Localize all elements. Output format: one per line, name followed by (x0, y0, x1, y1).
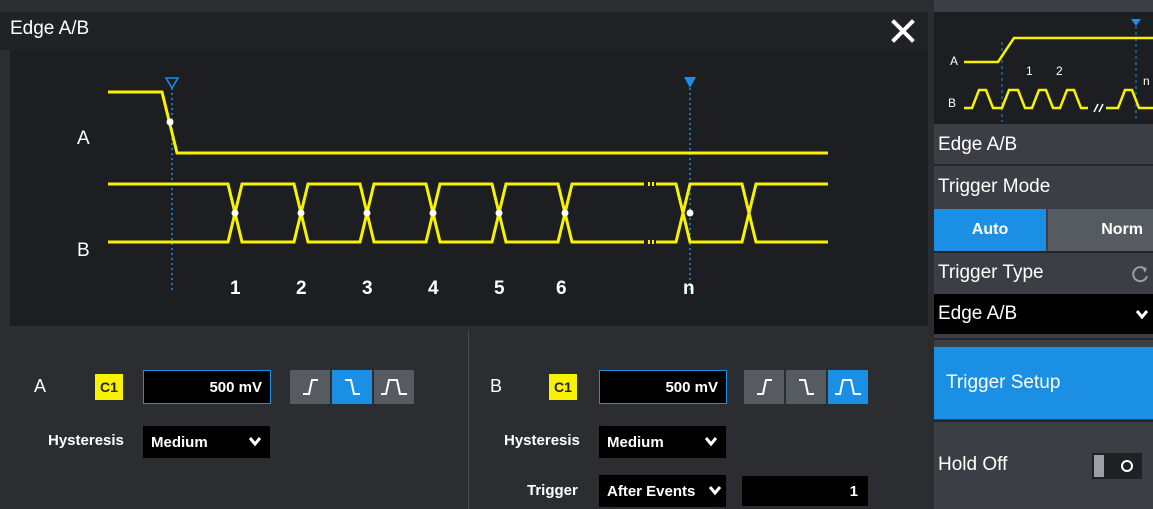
source-settings: A C1 500 mV Hysteresis Medium B C1 500 m… (0, 330, 928, 509)
thumb-label-a: A (950, 54, 959, 68)
rising-edge-icon (757, 379, 772, 395)
thumb-num-2: 2 (1056, 64, 1063, 78)
holdoff-label: Hold Off (938, 454, 1008, 475)
chevron-down-icon (704, 437, 718, 447)
signal-b-label: B (77, 240, 90, 261)
thumb-num-1: 1 (1026, 64, 1033, 78)
event-number-4: 4 (428, 278, 439, 299)
event-number-2: 2 (296, 278, 307, 299)
event-number-1: 1 (230, 278, 241, 299)
source-b-either-button[interactable] (828, 370, 868, 404)
source-b-level-input[interactable]: 500 mV (599, 370, 727, 404)
separator (934, 251, 1153, 253)
source-b-events-input[interactable]: 1 (742, 476, 868, 506)
trigger-point-a (166, 118, 174, 126)
mode-norm-button[interactable]: Norm (1048, 209, 1153, 251)
trigger-side-panel: A B 1 2 n Edge A/B Trigger Mode Auto Nor… (934, 0, 1153, 509)
either-edge-icon (835, 379, 861, 395)
source-a-either-button[interactable] (374, 370, 414, 404)
holdoff-row: Hold Off (934, 422, 1153, 504)
source-b-slope-group (744, 370, 870, 404)
source-b-label: B (490, 376, 503, 396)
chevron-down-icon (708, 486, 722, 496)
source-b-falling-button[interactable] (786, 370, 826, 404)
event-number-3: 3 (362, 278, 373, 299)
signal-a-label: A (77, 128, 90, 149)
source-a-hysteresis-label: Hysteresis (48, 432, 124, 449)
toggle-knob (1094, 455, 1104, 477)
separator (934, 164, 1153, 166)
waveform-diagram: A B 1 2 3 4 5 6 n (10, 50, 928, 326)
source-a-falling-button[interactable] (332, 370, 372, 404)
event-number-n: n (683, 278, 695, 299)
falling-edge-icon (799, 379, 814, 395)
event-number-6: 6 (556, 278, 567, 299)
signal-b-bus (108, 182, 828, 244)
holdoff-toggle[interactable] (1092, 453, 1142, 479)
toggle-off-icon (1121, 460, 1133, 472)
source-b-trigger-select[interactable]: After Events (599, 475, 726, 507)
thumb-label-b: B (948, 96, 957, 110)
dialog-header: Edge A/B (0, 12, 928, 50)
source-b-rising-button[interactable] (744, 370, 784, 404)
source-b-hysteresis-value: Medium (607, 433, 664, 451)
source-b-hysteresis-label: Hysteresis (504, 432, 580, 449)
event-number-5: 5 (494, 278, 505, 299)
reset-icon[interactable] (1130, 264, 1150, 284)
panel-title: Edge A/B (938, 134, 1018, 155)
mode-auto-button[interactable]: Auto (934, 209, 1046, 251)
source-a-rising-button[interactable] (290, 370, 330, 404)
chevron-down-icon (248, 437, 262, 447)
trigger-type-value: Edge A/B (938, 303, 1018, 324)
falling-edge-icon (345, 379, 360, 395)
source-a-channel[interactable]: C1 (95, 374, 123, 400)
trigger-setup-button[interactable]: Trigger Setup (934, 347, 1153, 419)
source-a-label: A (34, 376, 47, 396)
close-button[interactable] (880, 12, 926, 50)
crossing-points (231, 209, 694, 217)
signal-a-line (108, 90, 828, 155)
edge-ab-thumbnail[interactable]: A B 1 2 n (934, 12, 1153, 124)
rising-edge-icon (303, 379, 318, 395)
separator (934, 338, 1153, 340)
trigger-mode-label: Trigger Mode (938, 176, 1051, 197)
source-b-hysteresis-select[interactable]: Medium (599, 426, 726, 458)
source-a-hysteresis-value: Medium (151, 433, 208, 451)
marker-n-icon (684, 77, 696, 88)
dialog-title: Edge A/B (10, 18, 90, 39)
either-edge-icon (381, 379, 407, 395)
source-a-level-input[interactable]: 500 mV (143, 370, 271, 404)
trigger-type-select[interactable]: Edge A/B (934, 294, 1153, 334)
close-x-icon (891, 19, 915, 43)
source-b-channel[interactable]: C1 (549, 374, 577, 400)
source-a-slope-group (290, 370, 416, 404)
thumb-num-n: n (1143, 74, 1150, 88)
chevron-down-icon (1135, 310, 1149, 320)
marker-a-icon (164, 77, 180, 90)
trigger-type-label: Trigger Type (938, 262, 1044, 283)
source-a-hysteresis-select[interactable]: Medium (143, 426, 270, 458)
edge-ab-dialog: Edge A/B A B 1 2 3 4 5 6 n A C1 500 mV H… (0, 0, 928, 509)
source-b-trigger-value: After Events (607, 482, 696, 500)
settings-divider (468, 330, 469, 509)
source-b-trigger-label: Trigger (527, 482, 578, 499)
